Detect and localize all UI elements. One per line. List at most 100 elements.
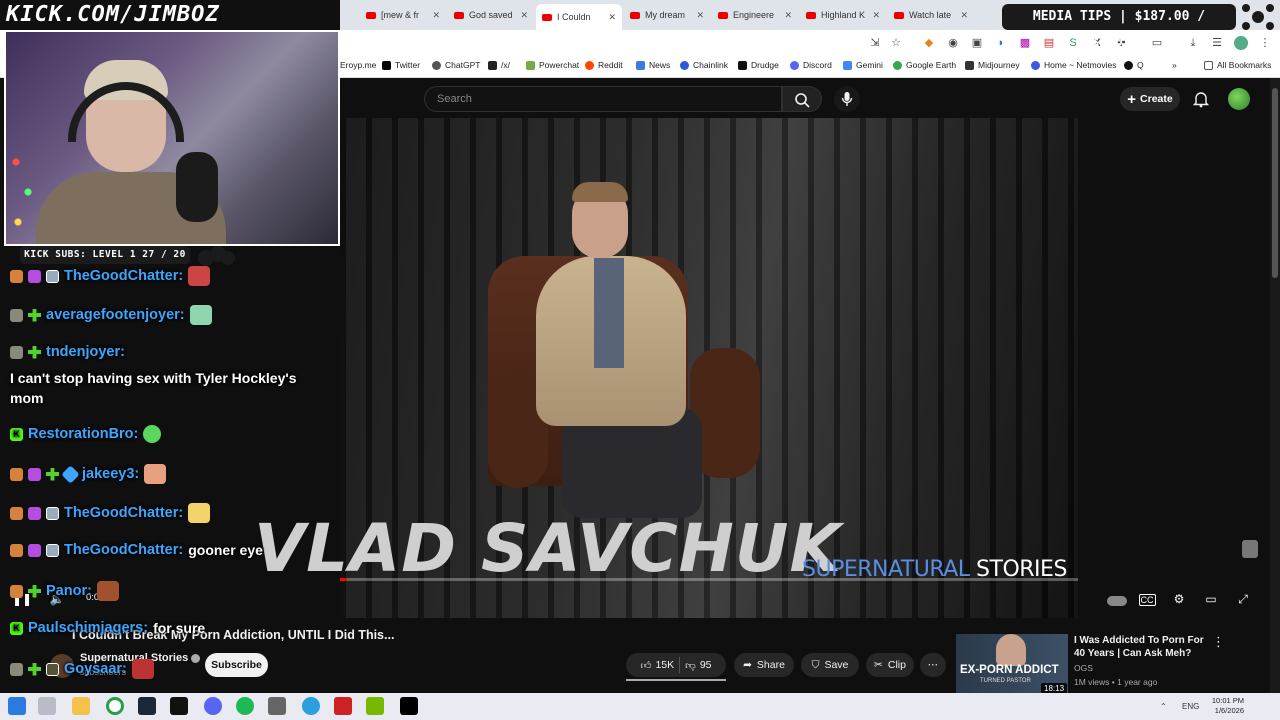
voice-search-button[interactable] bbox=[834, 86, 860, 112]
close-icon[interactable]: ✕ bbox=[428, 10, 440, 21]
bookmark-item[interactable]: Drudge bbox=[738, 60, 779, 70]
reading-list-icon[interactable]: ☰ bbox=[1210, 36, 1224, 50]
youtube-icon bbox=[630, 11, 640, 19]
start-windows-icon[interactable] bbox=[8, 697, 26, 715]
chat-message: K RestorationBro: bbox=[10, 425, 162, 443]
capcut-icon[interactable] bbox=[400, 697, 418, 715]
app-icon[interactable] bbox=[268, 697, 286, 715]
bookmark-item[interactable]: ChatGPT bbox=[432, 60, 480, 70]
install-app-icon[interactable]: ⇲ bbox=[868, 36, 882, 50]
bookmark-item[interactable]: Eroyp.me bbox=[340, 60, 376, 70]
telegram-icon[interactable] bbox=[302, 697, 320, 715]
browser-tab-active[interactable]: I Couldn ✕ bbox=[536, 4, 622, 30]
save-button[interactable]: ⛉ Save bbox=[801, 653, 859, 677]
recommended-channel[interactable]: OGS bbox=[1074, 663, 1093, 673]
browser-tab[interactable]: Engineere ✕ bbox=[712, 4, 798, 26]
extension-icon[interactable]: ▩ bbox=[1018, 36, 1032, 50]
captions-button[interactable]: CC bbox=[1138, 591, 1156, 607]
steam-icon[interactable] bbox=[138, 697, 156, 715]
browser-tab[interactable]: Highland K ✕ bbox=[800, 4, 886, 26]
metamask-extension-icon[interactable]: ◆ bbox=[922, 36, 936, 50]
chat-username[interactable]: averagefootenjoyer: bbox=[46, 307, 185, 323]
bookmark-item[interactable]: Chainlink bbox=[680, 60, 728, 70]
close-icon[interactable]: ✕ bbox=[516, 10, 528, 21]
task-view-icon[interactable] bbox=[38, 697, 56, 715]
extension-icon[interactable]: S bbox=[1066, 36, 1080, 50]
clip-button[interactable]: ✂ Clip bbox=[866, 653, 914, 677]
browser-tab[interactable]: Watch late ✕ bbox=[888, 4, 974, 26]
file-explorer-icon[interactable] bbox=[72, 697, 90, 715]
share-button[interactable]: ➦ Share bbox=[734, 653, 794, 677]
bookmarks-overflow[interactable]: » bbox=[1172, 60, 1177, 70]
chat-username[interactable]: TheGoodChatter: bbox=[64, 542, 183, 558]
like-button[interactable]: 👍︎ 15K bbox=[640, 659, 674, 672]
recommended-title[interactable]: I Was Addicted To Porn For 40 Years | Ca… bbox=[1074, 634, 1210, 660]
side-panel-icon[interactable]: ▭ bbox=[1150, 36, 1164, 50]
profile-avatar-icon[interactable] bbox=[1234, 36, 1248, 50]
nvidia-icon[interactable] bbox=[366, 697, 384, 715]
thumbs-down-icon: 👎︎ bbox=[685, 659, 696, 672]
bookmark-item[interactable]: News bbox=[636, 60, 670, 70]
chat-username[interactable]: jakeey3: bbox=[82, 466, 139, 482]
chat-username[interactable]: RestorationBro: bbox=[28, 426, 138, 442]
chrome-icon[interactable] bbox=[106, 697, 124, 715]
extension-icon[interactable]: ▤ bbox=[1042, 36, 1056, 50]
more-menu-icon[interactable]: ⋮ bbox=[1258, 36, 1272, 50]
settings-button[interactable]: ⚙ bbox=[1170, 591, 1188, 607]
scroll-thumb[interactable] bbox=[1272, 88, 1278, 278]
search-input[interactable]: Search bbox=[424, 86, 782, 112]
box-badge-icon bbox=[46, 662, 59, 676]
bookmark-item[interactable]: Google Earth bbox=[893, 60, 956, 70]
tray-chevron-icon[interactable]: ⌃ bbox=[1160, 702, 1167, 711]
chat-username[interactable]: Paulschimjagers: bbox=[28, 620, 148, 636]
page-scrollbar[interactable] bbox=[1270, 78, 1280, 693]
browser-tab[interactable]: God saved ✕ bbox=[448, 4, 534, 26]
shield-extension-icon[interactable]: ◉ bbox=[946, 36, 960, 50]
recommended-more-button[interactable]: ⋮ bbox=[1212, 634, 1225, 650]
chat-username[interactable]: TheGoodChatter: bbox=[64, 505, 183, 521]
bookmark-item[interactable]: Powerchat bbox=[526, 60, 579, 70]
theater-mode-button[interactable]: ▭ bbox=[1202, 591, 1220, 607]
bookmark-item[interactable]: Discord bbox=[790, 60, 832, 70]
extension-icon[interactable]: ◗ bbox=[994, 36, 1008, 50]
dislike-button[interactable]: 👎︎ 95 bbox=[685, 659, 711, 672]
notifications-button[interactable] bbox=[1191, 89, 1211, 109]
account-avatar[interactable] bbox=[1228, 88, 1250, 110]
browser-tab[interactable]: [mew & fr ✕ bbox=[360, 4, 446, 26]
close-icon[interactable]: ✕ bbox=[868, 10, 880, 21]
powerchat-icon bbox=[526, 60, 535, 70]
bookmark-item[interactable]: Midjourney bbox=[965, 60, 1020, 70]
chat-username[interactable]: Goysaar: bbox=[64, 661, 127, 677]
bookmark-item[interactable]: Home ~ Netmovies bbox=[1031, 60, 1117, 70]
terminal-icon[interactable] bbox=[170, 697, 188, 715]
bookmark-item[interactable]: Q bbox=[1124, 60, 1144, 70]
autoplay-toggle[interactable] bbox=[1106, 591, 1128, 607]
bookmark-item[interactable]: Twitter bbox=[382, 60, 420, 70]
bookmark-item[interactable]: Reddit bbox=[585, 60, 623, 70]
chat-username[interactable]: TheGoodChatter: bbox=[64, 268, 183, 284]
chat-username[interactable]: Panor: bbox=[46, 583, 92, 599]
download-icon[interactable]: ⤓ bbox=[1186, 36, 1200, 50]
fullscreen-button[interactable]: ⤢ bbox=[1234, 591, 1252, 607]
language-indicator[interactable]: ENG bbox=[1182, 702, 1199, 711]
discord-icon[interactable] bbox=[204, 697, 222, 715]
subscribe-button[interactable]: Subscribe bbox=[205, 653, 268, 677]
chat-username[interactable]: tndenjoyer: bbox=[46, 344, 125, 360]
spotify-icon[interactable] bbox=[236, 697, 254, 715]
more-actions-button[interactable]: ⋯ bbox=[920, 653, 946, 677]
browser-tab[interactable]: My dream ✕ bbox=[624, 4, 710, 26]
create-button[interactable]: + Create bbox=[1120, 87, 1180, 111]
extension-icon[interactable]: ▣ bbox=[970, 36, 984, 50]
app-icon[interactable] bbox=[334, 697, 352, 715]
close-icon[interactable]: ✕ bbox=[692, 10, 704, 21]
close-icon[interactable]: ✕ bbox=[956, 10, 968, 21]
bookmark-item[interactable]: /x/ bbox=[488, 60, 510, 70]
bookmark-star-icon[interactable]: ☆ bbox=[889, 36, 903, 50]
all-bookmarks-button[interactable]: All Bookmarks bbox=[1204, 60, 1271, 70]
search-button[interactable] bbox=[782, 86, 822, 112]
system-clock[interactable]: 10:01 PM 1/6/2026 bbox=[1200, 696, 1244, 716]
video-progress-bar[interactable] bbox=[340, 578, 1078, 581]
bookmark-item[interactable]: Gemini bbox=[843, 60, 883, 70]
close-icon[interactable]: ✕ bbox=[604, 12, 616, 23]
close-icon[interactable]: ✕ bbox=[780, 10, 792, 21]
